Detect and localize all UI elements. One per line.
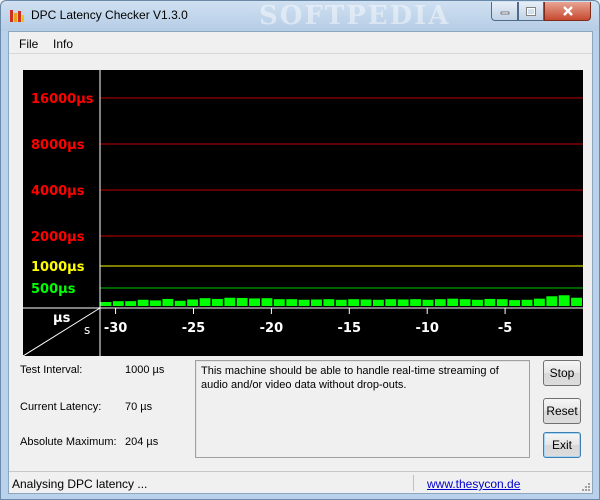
- latency-bar: [484, 298, 496, 306]
- latency-bar: [360, 299, 372, 306]
- latency-bar: [249, 298, 260, 306]
- latency-bar: [447, 298, 459, 306]
- absolute-maximum-value: 204 µs: [125, 436, 159, 448]
- minimize-icon: [500, 11, 509, 15]
- stop-button[interactable]: Stop: [543, 360, 581, 386]
- maximize-icon: [526, 6, 536, 16]
- x-tick-label: -5: [498, 321, 512, 336]
- latency-bar: [199, 298, 211, 306]
- latency-bar: [348, 299, 360, 306]
- latency-bar: [125, 301, 137, 306]
- menu-info[interactable]: Info: [53, 37, 73, 51]
- chart-background: [23, 70, 583, 356]
- latency-bar: [286, 299, 298, 306]
- latency-bar: [422, 299, 434, 306]
- latency-bar: [112, 301, 124, 306]
- latency-bar: [434, 299, 446, 306]
- latency-bar: [236, 297, 248, 306]
- latency-bar: [100, 301, 112, 306]
- current-latency-label: Current Latency:: [20, 401, 102, 413]
- x-tick-label: -30: [104, 321, 128, 336]
- x-tick-label: -10: [415, 321, 439, 336]
- reset-button[interactable]: Reset: [543, 398, 581, 424]
- latency-bar: [162, 298, 174, 306]
- app-window: DPC Latency Checker V1.3.0 SOFTPEDIA Fil…: [0, 0, 600, 500]
- test-interval-label: Test Interval:: [20, 364, 83, 376]
- latency-bar: [385, 299, 397, 306]
- latency-bar: [546, 296, 558, 306]
- y-tick-label: 2000µs: [31, 230, 85, 245]
- latency-bar: [211, 298, 223, 306]
- minimize-button[interactable]: [491, 2, 518, 21]
- absolute-maximum-label: Absolute Maximum:: [20, 436, 117, 448]
- status-text: Analysing DPC latency ...: [12, 477, 148, 491]
- x-tick-label: -15: [338, 321, 362, 336]
- close-button[interactable]: [544, 2, 591, 21]
- exit-button[interactable]: Exit: [543, 432, 581, 458]
- client-area: File Info 16000µs 8000µs 4000µs 2000µs 1000µ…: [8, 31, 593, 494]
- latency-bar: [571, 297, 582, 306]
- status-separator: [413, 475, 414, 491]
- menu-bar: File Info: [9, 32, 592, 54]
- latency-bar: [521, 299, 533, 306]
- chart-svg: 16000µs 8000µs 4000µs 2000µs 1000µs 500µs µss…: [23, 70, 583, 356]
- latency-chart: 16000µs 8000µs 4000µs 2000µs 1000µs 500µs µs s…: [23, 70, 583, 356]
- latency-bar: [558, 295, 570, 306]
- close-icon: [562, 6, 573, 16]
- latency-bar: [224, 297, 236, 306]
- result-message: This machine should be able to handle re…: [195, 360, 530, 458]
- latency-bar: [459, 299, 471, 306]
- resize-grip-icon[interactable]: [580, 481, 590, 491]
- menu-file[interactable]: File: [19, 37, 38, 51]
- latency-bar: [397, 299, 409, 306]
- app-icon: [10, 10, 24, 22]
- y-unit-label: µs: [53, 311, 71, 326]
- title-bar[interactable]: DPC Latency Checker V1.3.0 SOFTPEDIA: [1, 1, 599, 31]
- maximize-button[interactable]: [518, 2, 544, 21]
- latency-bar: [261, 298, 273, 306]
- website-link[interactable]: www.thesycon.de: [427, 477, 520, 491]
- x-tick-label: -20: [260, 321, 284, 336]
- latency-bar: [472, 299, 483, 306]
- latency-bar: [410, 299, 421, 306]
- y-tick-label: 1000µs: [31, 260, 85, 275]
- latency-bar: [311, 299, 322, 306]
- latency-bar: [137, 299, 149, 306]
- latency-bar: [298, 299, 310, 306]
- latency-bar: [187, 299, 199, 306]
- test-interval-value: 1000 µs: [125, 364, 165, 376]
- watermark: SOFTPEDIA: [259, 1, 451, 31]
- y-tick-label: 8000µs: [31, 138, 85, 153]
- latency-bar: [273, 299, 285, 306]
- status-bar: Analysing DPC latency ... www.thesycon.d…: [9, 471, 592, 493]
- y-tick-label: 4000µs: [31, 184, 85, 199]
- latency-bar: [496, 299, 508, 306]
- latency-bar: [335, 299, 347, 306]
- latency-bar: [533, 298, 545, 306]
- latency-bar: [509, 300, 521, 306]
- latency-bar: [372, 299, 384, 306]
- y-tick-label: 16000µs: [31, 92, 94, 107]
- x-unit-label: s: [84, 323, 90, 337]
- y-tick-label: 500µs: [31, 282, 76, 297]
- current-latency-value: 70 µs: [125, 401, 153, 413]
- latency-bar: [174, 300, 186, 306]
- latency-bar: [323, 299, 335, 306]
- latency-bar: [150, 300, 161, 306]
- x-tick-label: -25: [182, 321, 206, 336]
- window-title: DPC Latency Checker V1.3.0: [31, 8, 188, 22]
